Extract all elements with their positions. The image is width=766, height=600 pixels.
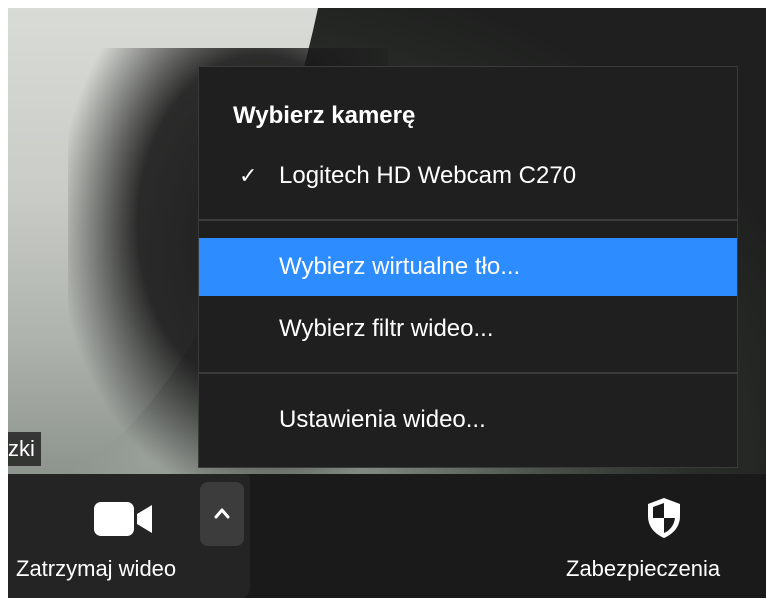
menu-item-label: Wybierz wirtualne tło...: [279, 253, 521, 280]
menu-item-label: Ustawienia wideo...: [279, 406, 486, 433]
camera-menu: Wybierz kamerę ✓ Logitech HD Webcam C270…: [198, 66, 738, 468]
menu-item-camera-logitech[interactable]: ✓ Logitech HD Webcam C270: [199, 147, 737, 205]
menu-divider: [199, 219, 737, 221]
video-options-button[interactable]: [200, 482, 244, 546]
menu-item-virtual-background[interactable]: Wybierz wirtualne tło...: [199, 238, 737, 296]
stop-video-label[interactable]: Zatrzymaj wideo: [16, 556, 176, 582]
menu-item-video-settings[interactable]: Ustawienia wideo...: [199, 391, 737, 449]
checkmark-icon: ✓: [239, 163, 258, 188]
menu-item-video-filter[interactable]: Wybierz filtr wideo...: [199, 300, 737, 358]
meeting-toolbar: Zatrzymaj wideo Zabezpieczenia: [8, 474, 766, 598]
participant-name: zki: [8, 436, 35, 461]
menu-header: Wybierz kamerę: [233, 102, 416, 129]
menu-item-label: Wybierz filtr wideo...: [279, 315, 494, 342]
security-label: Zabezpieczenia: [566, 556, 721, 581]
participant-name-tag: zki: [8, 432, 41, 466]
menu-item-label: Logitech HD Webcam C270: [279, 162, 577, 189]
menu-divider: [199, 372, 737, 374]
shield-icon: [648, 498, 680, 538]
security-button[interactable]: Zabezpieczenia: [564, 474, 766, 598]
stop-video-group: Zatrzymaj wideo: [8, 474, 250, 598]
chevron-up-icon: [214, 508, 230, 519]
video-camera-icon[interactable]: [94, 502, 154, 536]
